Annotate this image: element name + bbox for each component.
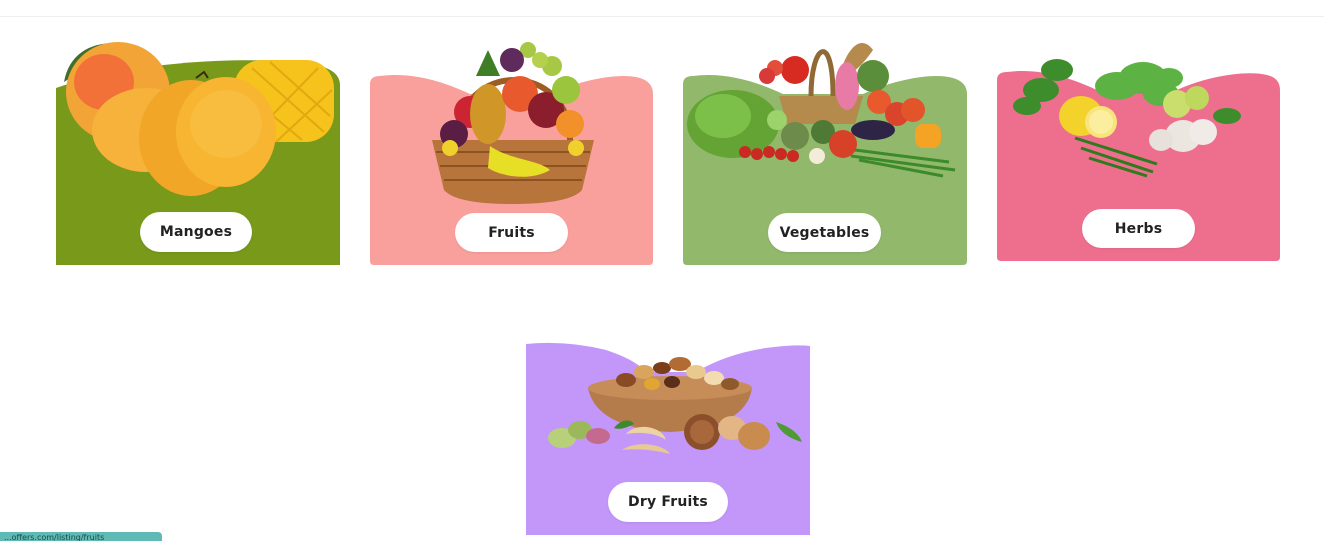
category-label: Fruits xyxy=(488,224,535,241)
category-card-vegetables[interactable]: Vegetables xyxy=(683,20,967,265)
category-card-fruits[interactable]: Fruits xyxy=(370,20,653,265)
category-label-pill: Mangoes xyxy=(140,212,252,252)
category-label-pill: Fruits xyxy=(455,213,568,252)
category-card-dry-fruits[interactable]: Dry Fruits xyxy=(526,336,810,535)
vegetable-basket-icon xyxy=(687,42,956,178)
status-bar-url-text: ...offers.com/listing/fruits xyxy=(4,533,105,541)
category-label: Mangoes xyxy=(159,224,233,240)
header-divider xyxy=(0,16,1324,17)
category-label: Dry Fruits xyxy=(628,494,708,510)
dry-fruits-bowl-icon xyxy=(548,357,802,454)
category-label-pill: Herbs xyxy=(1082,209,1195,248)
category-label: Vegetables xyxy=(779,224,870,241)
mango-icon xyxy=(64,42,334,196)
status-bar-url: ...offers.com/listing/fruits xyxy=(0,532,162,541)
herbs-icon xyxy=(1013,59,1241,178)
category-label-pill: Dry Fruits xyxy=(608,482,728,522)
category-label-pill: Vegetables xyxy=(768,213,881,252)
category-card-mangoes[interactable]: Mangoes xyxy=(56,20,340,265)
fruit-basket-icon xyxy=(432,42,594,204)
category-label: Herbs xyxy=(1114,220,1163,237)
category-card-herbs[interactable]: Herbs xyxy=(997,20,1280,261)
